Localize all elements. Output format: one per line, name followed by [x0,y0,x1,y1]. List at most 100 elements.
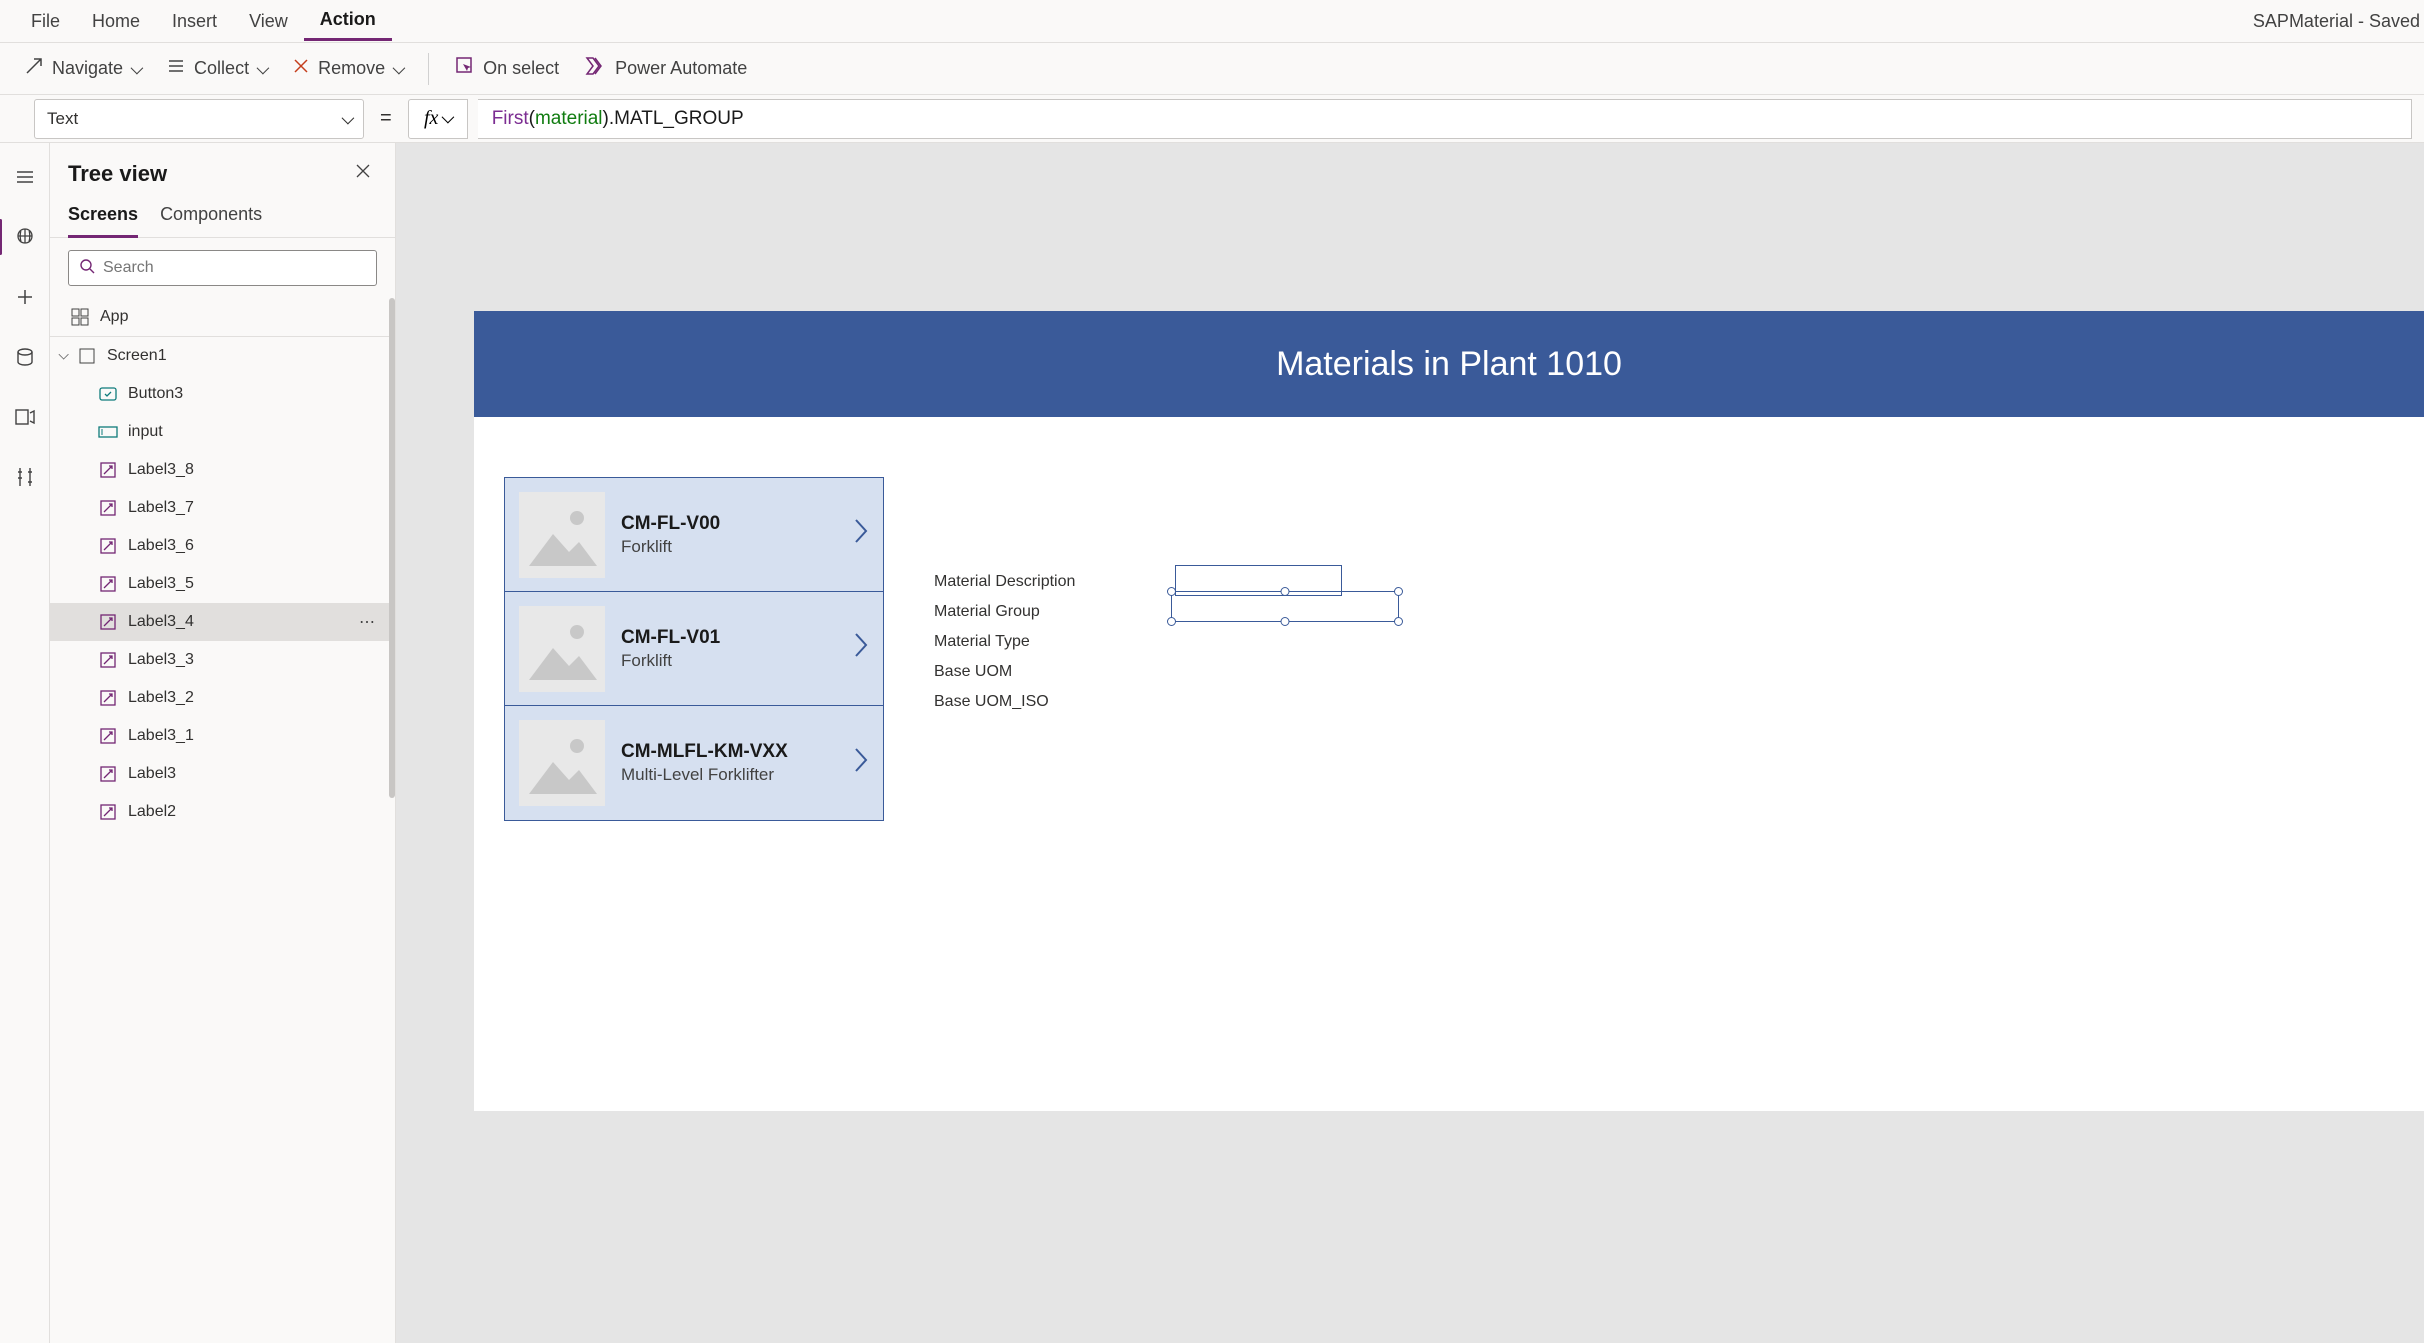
more-icon[interactable]: ⋯ [359,612,377,632]
hamburger-icon[interactable] [13,165,37,189]
label-icon [98,498,118,518]
menu-view[interactable]: View [233,3,304,40]
tree-node-label: Label3_6 [128,537,194,555]
app-icon [70,307,90,327]
app-screen: Materials in Plant 1010 CM-FL-V00Forklif… [474,311,2424,1111]
label-icon [98,764,118,784]
tree-node-label: Button3 [128,385,183,403]
input-icon [98,422,118,442]
tree-node-label3_5[interactable]: Label3_5⋯ [50,565,395,603]
list-icon [166,56,186,81]
collect-button[interactable]: Collect [166,56,266,81]
chevron-right-icon[interactable] [853,746,869,781]
tree-node-label3_8[interactable]: Label3_8⋯ [50,451,395,489]
menubar: File Home Insert View Action SAPMaterial… [0,0,2424,43]
gallery-title: CM-MLFL-KM-VXX [621,741,837,763]
fx-button[interactable]: fx [408,99,468,139]
detail-label: Material Group [934,603,1075,633]
chevron-down-icon [393,58,402,79]
tree-node-label2[interactable]: Label2⋯ [50,793,395,831]
scrollbar[interactable] [389,298,395,798]
selection-outline[interactable] [1171,591,1399,622]
on-select-label: On select [483,58,559,79]
formula-bar: Text = fx First(material).MATL_GROUP [0,95,2424,143]
on-select-button[interactable]: On select [455,56,559,81]
menu-file[interactable]: File [15,3,76,40]
tree-node-app[interactable]: App [50,298,395,336]
gallery-title: CM-FL-V01 [621,627,837,649]
detail-label: Material Description [934,573,1075,603]
remove-button[interactable]: Remove [292,57,402,80]
tree-view-icon[interactable] [13,225,37,249]
menu-insert[interactable]: Insert [156,3,233,40]
screen-icon [77,346,97,366]
tree-node-label3_4[interactable]: Label3_4 ⋯ [50,603,395,641]
property-selector[interactable]: Text [34,99,364,139]
detail-label: Material Type [934,633,1075,663]
tab-screens[interactable]: Screens [68,204,138,238]
chevron-down-icon [257,58,266,79]
tree-node-label3[interactable]: Label3⋯ [50,755,395,793]
tree-node-label3_1[interactable]: Label3_1⋯ [50,717,395,755]
tree-node-label: Label2 [128,803,176,821]
tools-icon[interactable] [13,465,37,489]
button-icon [98,384,118,404]
label-icon [98,536,118,556]
power-automate-label: Power Automate [615,58,747,79]
tree-node-label3_7[interactable]: Label3_7⋯ [50,489,395,527]
chevron-down-icon [342,109,351,129]
search-field[interactable] [103,259,366,277]
label-icon [98,460,118,480]
chevron-down-icon [442,110,451,128]
tree-list: App Screen1 Button3⋯input⋯Label3_8⋯Label… [50,298,395,1343]
fx-label: fx [424,107,438,130]
power-automate-button[interactable]: Power Automate [585,56,747,81]
navigate-label: Navigate [52,58,123,79]
gallery[interactable]: CM-FL-V00ForkliftCM-FL-V01ForkliftCM-MLF… [504,477,884,821]
tree-node-button3[interactable]: Button3⋯ [50,375,395,413]
tree-node-label3_2[interactable]: Label3_2⋯ [50,679,395,717]
cursor-icon [455,56,475,81]
tree-node-label: input [128,423,163,441]
tree-view-panel: Tree view Screens Components App [50,143,396,1343]
tree-node-label: Label3_2 [128,689,194,707]
tree-node-label: Label3_4 [128,613,194,631]
label-icon [98,574,118,594]
gallery-item[interactable]: CM-MLFL-KM-VXXMulti-Level Forklifter [505,706,883,820]
tree-node-label3_6[interactable]: Label3_6⋯ [50,527,395,565]
screen-label: Screen1 [107,347,167,365]
gallery-item[interactable]: CM-FL-V00Forklift [505,478,883,592]
detail-label: Base UOM_ISO [934,693,1075,723]
close-icon[interactable] [349,157,377,190]
gallery-item[interactable]: CM-FL-V01Forklift [505,592,883,706]
tree-node-screen1[interactable]: Screen1 [50,337,395,375]
app-header-title: Materials in Plant 1010 [1276,345,1622,384]
insert-icon[interactable] [13,285,37,309]
chevron-right-icon[interactable] [853,517,869,552]
gallery-subtitle: Multi-Level Forklifter [621,765,837,785]
menu-action[interactable]: Action [304,1,392,41]
gallery-subtitle: Forklift [621,537,837,557]
tree-node-input[interactable]: input⋯ [50,413,395,451]
label-icon [98,650,118,670]
tree-node-label3_3[interactable]: Label3_3⋯ [50,641,395,679]
tab-components[interactable]: Components [160,204,262,237]
navigate-button[interactable]: Navigate [24,56,140,81]
tree-title: Tree view [68,161,167,187]
search-input[interactable] [68,250,377,286]
tree-tabs: Screens Components [50,196,395,238]
chevron-down-icon[interactable] [59,349,66,363]
media-icon[interactable] [13,405,37,429]
equals-sign: = [374,107,398,130]
data-icon[interactable] [13,345,37,369]
canvas[interactable]: Materials in Plant 1010 CM-FL-V00Forklif… [396,143,2424,1343]
chevron-right-icon[interactable] [853,631,869,666]
gallery-title: CM-FL-V00 [621,513,837,535]
formula-input[interactable]: First(material).MATL_GROUP [478,99,2412,139]
detail-panel: Material DescriptionMaterial GroupMateri… [934,477,1075,821]
label-icon [98,612,118,632]
document-title: SAPMaterial - Saved [2253,11,2424,32]
collect-label: Collect [194,58,249,79]
menu-home[interactable]: Home [76,3,156,40]
left-nav-rail [0,143,50,1343]
